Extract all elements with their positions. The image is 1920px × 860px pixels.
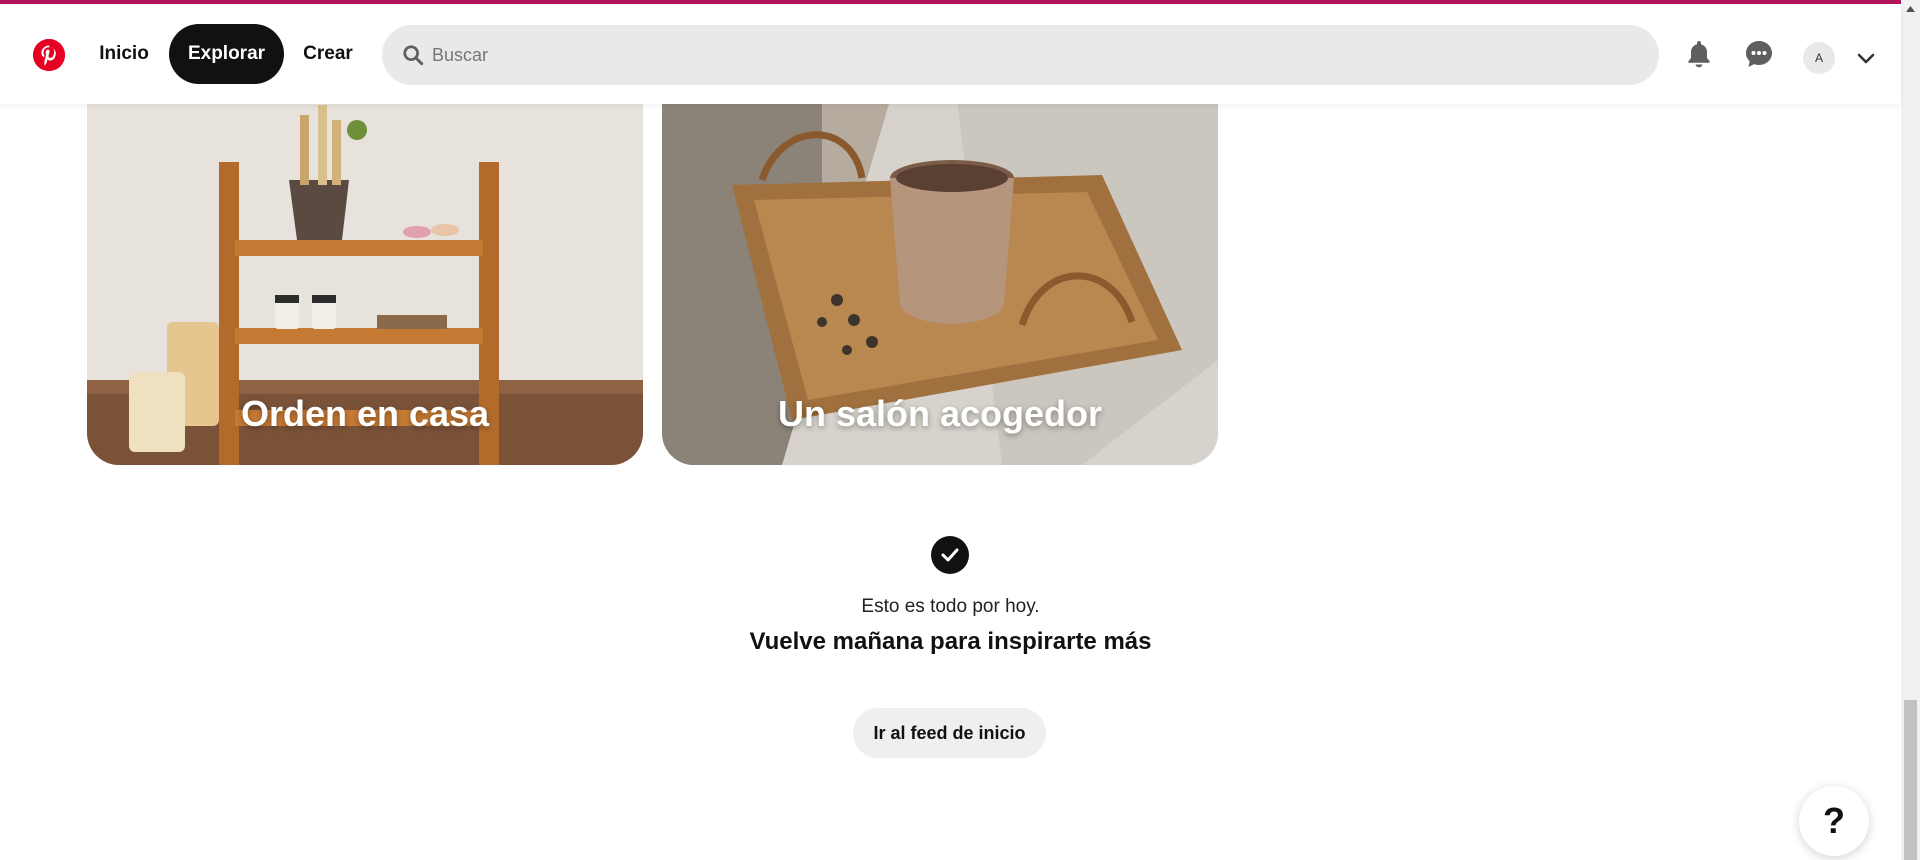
scrollbar-thumb[interactable] xyxy=(1904,700,1917,860)
bell-icon xyxy=(1688,41,1710,68)
notifications-button[interactable] xyxy=(1681,36,1717,72)
topic-card-home-organization[interactable]: Orden en casa xyxy=(87,60,643,465)
avatar[interactable]: A xyxy=(1803,42,1835,74)
search-bar[interactable] xyxy=(382,25,1659,85)
done-check-icon xyxy=(931,536,969,574)
end-message-small: Esto es todo por hoy. xyxy=(861,596,1040,617)
nav-home[interactable]: Inicio xyxy=(86,24,162,84)
go-to-home-feed-button[interactable]: Ir al feed de inicio xyxy=(853,708,1046,758)
scrollbar[interactable] xyxy=(1901,0,1920,860)
header: Inicio Explorar Crear A xyxy=(0,4,1901,104)
pinterest-p-icon xyxy=(33,39,65,71)
card-title: Un salón acogedor xyxy=(777,393,1103,434)
messages-icon xyxy=(1746,41,1772,67)
messages-button[interactable] xyxy=(1741,36,1777,72)
nav-explore[interactable]: Explorar xyxy=(169,24,284,84)
nav-create[interactable]: Crear xyxy=(292,24,364,84)
help-button[interactable]: ? xyxy=(1799,786,1869,856)
end-message-heading: Vuelve mañana para inspirarte más xyxy=(749,628,1152,655)
search-icon xyxy=(403,45,424,66)
search-input[interactable] xyxy=(432,25,1632,85)
topic-card-cozy-living-room[interactable]: Un salón acogedor xyxy=(662,60,1218,465)
chevron-down-icon[interactable] xyxy=(1855,47,1877,69)
scroll-up-arrow-icon[interactable] xyxy=(1901,0,1920,17)
card-title: Orden en casa xyxy=(240,393,490,434)
pinterest-logo[interactable] xyxy=(33,39,65,71)
page: Inicio Explorar Crear A xyxy=(0,0,1920,860)
